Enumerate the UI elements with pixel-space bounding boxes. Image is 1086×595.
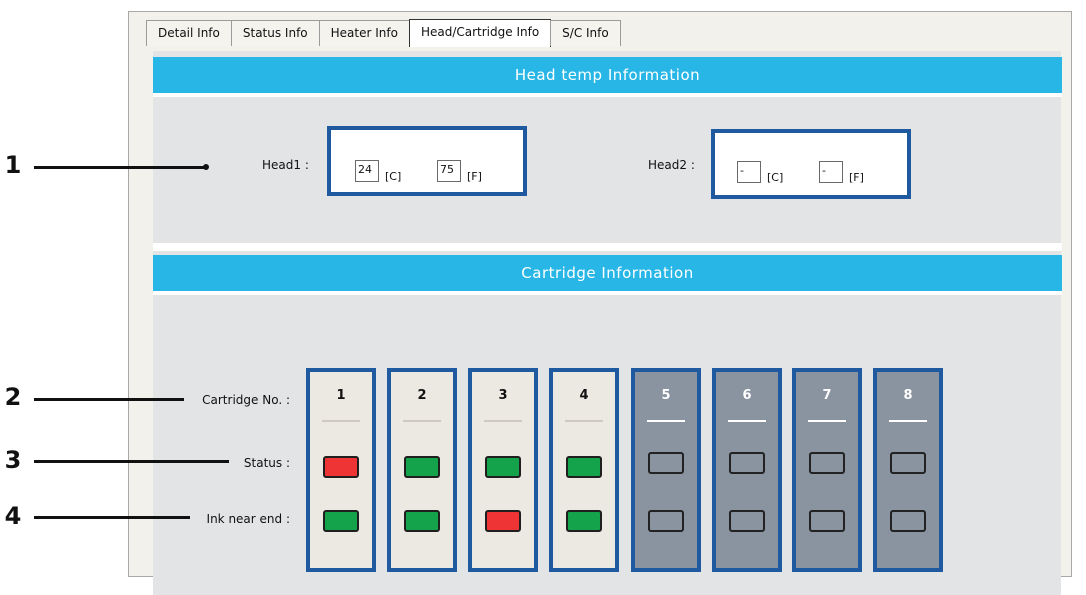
callout-number: 4 — [4, 502, 22, 530]
cartridge-slot-7: 7 — [792, 368, 862, 572]
cartridge-separator — [889, 420, 927, 422]
status-indicator — [404, 456, 440, 478]
callout-line — [34, 516, 190, 519]
cartridge-slot-3: 3 — [468, 368, 538, 572]
status-indicator — [648, 452, 684, 474]
ink-near-end-indicator — [648, 510, 684, 532]
ink-near-end-indicator — [566, 510, 602, 532]
cartridge-slot-1: 1 — [306, 368, 376, 572]
head1-fahrenheit-unit: [F] — [467, 170, 482, 183]
head1-label: Head1 : — [262, 158, 309, 172]
callout-line — [34, 460, 229, 463]
ink-near-end-indicator — [809, 510, 845, 532]
cartridge-number: 7 — [822, 388, 832, 403]
head-temp-header: Head temp Information — [153, 57, 1062, 93]
cartridge-number: 1 — [336, 388, 346, 403]
cartridge-slot-2: 2 — [387, 368, 457, 572]
ink-near-end-indicator — [404, 510, 440, 532]
ink-near-end-label: Ink near end : — [206, 512, 290, 526]
cartridge-number: 2 — [417, 388, 427, 403]
cartridge-separator — [322, 420, 360, 422]
head2-fahrenheit-field: - — [819, 161, 843, 183]
cartridge-number-label: Cartridge No. : — [202, 393, 290, 407]
head2-celsius-unit: [C] — [767, 171, 784, 184]
status-indicator — [566, 456, 602, 478]
status-indicator — [485, 456, 521, 478]
cartridge-number: 3 — [498, 388, 508, 403]
tab-status-info[interactable]: Status Info — [230, 20, 320, 46]
cartridge-number: 8 — [903, 388, 913, 403]
tab-sc-info[interactable]: S/C Info — [550, 20, 621, 46]
cartridge-separator — [808, 420, 846, 422]
status-label: Status : — [243, 456, 290, 470]
cartridge-number: 6 — [742, 388, 752, 403]
ink-near-end-indicator — [890, 510, 926, 532]
cartridge-slot-4: 4 — [549, 368, 619, 572]
cartridge-number: 5 — [661, 388, 671, 403]
callout-number: 1 — [4, 151, 22, 179]
head2-label: Head2 : — [648, 158, 695, 172]
head2-fahrenheit-unit: [F] — [849, 171, 864, 184]
section-divider — [153, 243, 1062, 251]
status-indicator — [809, 452, 845, 474]
cartridge-slot-5: 5 — [631, 368, 701, 572]
head1-temp-box: 24 [C] 75 [F] — [327, 126, 527, 196]
cartridge-number: 4 — [579, 388, 589, 403]
tab-heater-info[interactable]: Heater Info — [318, 20, 410, 46]
cartridge-separator — [484, 420, 522, 422]
callout-line — [34, 166, 206, 169]
callout-line — [34, 398, 184, 401]
tab-bar: Detail Info Status Info Heater Info Head… — [146, 19, 621, 47]
head1-celsius-field: 24 — [355, 160, 379, 182]
cartridge-info-header: Cartridge Information — [153, 255, 1062, 291]
callout-dot — [203, 164, 209, 170]
callout-number: 3 — [4, 446, 22, 474]
status-indicator — [890, 452, 926, 474]
status-indicator — [729, 452, 765, 474]
cartridge-separator — [403, 420, 441, 422]
head2-temp-box: - [C] - [F] — [711, 129, 911, 199]
cartridge-slot-8: 8 — [873, 368, 943, 572]
head1-fahrenheit-field: 75 — [437, 160, 461, 182]
cartridge-separator — [647, 420, 685, 422]
ink-near-end-indicator — [729, 510, 765, 532]
ink-near-end-indicator — [485, 510, 521, 532]
cartridge-separator — [728, 420, 766, 422]
header-divider — [153, 291, 1062, 295]
cartridge-separator — [565, 420, 603, 422]
tab-detail-info[interactable]: Detail Info — [146, 20, 232, 46]
ink-near-end-indicator — [323, 510, 359, 532]
head2-celsius-field: - — [737, 161, 761, 183]
tab-head-cartridge-info[interactable]: Head/Cartridge Info — [408, 19, 552, 47]
header-divider — [153, 93, 1062, 97]
head1-celsius-unit: [C] — [385, 170, 402, 183]
cartridge-slot-6: 6 — [712, 368, 782, 572]
status-indicator — [323, 456, 359, 478]
callout-number: 2 — [4, 383, 22, 411]
